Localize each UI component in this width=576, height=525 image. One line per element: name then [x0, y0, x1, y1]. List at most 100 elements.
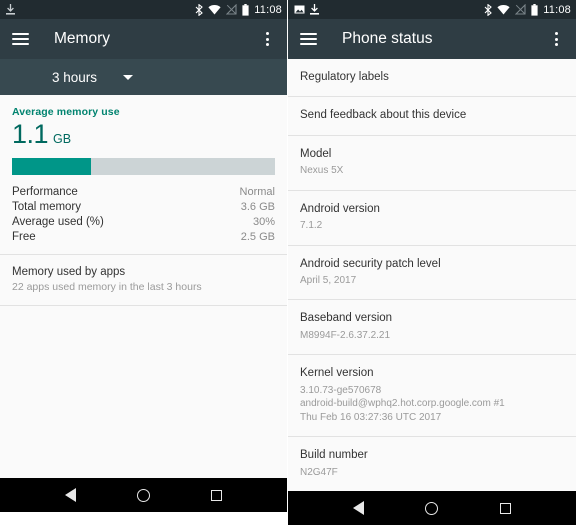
- back-triangle-icon: [65, 488, 76, 502]
- average-memory-value: 1.1 GB: [12, 121, 275, 148]
- list-item[interactable]: Android security patch level April 5, 201…: [288, 245, 576, 300]
- page-title: Memory: [54, 30, 110, 47]
- memory-stat-key: Free: [12, 230, 36, 243]
- signal-off-icon: [226, 4, 237, 15]
- memory-stat-row: Free 2.5 GB: [12, 229, 275, 244]
- list-item-subtitle: N2G47F: [300, 466, 564, 480]
- list-item-subtitle-line: 7.1.2: [300, 220, 323, 231]
- list-item[interactable]: Baseband version M8994F-2.6.37.2.21: [288, 300, 576, 355]
- hamburger-icon[interactable]: [12, 33, 29, 45]
- list-item-subtitle: M8994F-2.6.37.2.21: [300, 329, 564, 343]
- list-item-title: Android version: [300, 202, 380, 215]
- status-bar-right: 11:08: [288, 0, 576, 19]
- list-item[interactable]: Send feedback about this device: [288, 97, 576, 135]
- list-item[interactable]: Regulatory labels: [288, 59, 576, 97]
- page-title: Phone status: [342, 30, 433, 47]
- bluetooth-icon: [195, 3, 204, 16]
- wifi-icon: [208, 5, 221, 15]
- recents-square-icon: [211, 489, 222, 501]
- memory-stat-row: Total memory 3.6 GB: [12, 199, 275, 214]
- download-icon: [310, 4, 319, 15]
- memory-used-by-apps-subtitle: 22 apps used memory in the last 3 hours: [12, 281, 202, 293]
- list-item-subtitle: 3.10.73-ge570678 android-build@wphq2.hot.…: [300, 384, 564, 425]
- status-bar-left-icons: [294, 4, 319, 15]
- list-item[interactable]: Model Nexus 5X: [288, 135, 576, 190]
- navigation-bar-right: [288, 491, 576, 525]
- memory-content: Average memory use 1.1 GB Performance Nor…: [0, 95, 287, 478]
- list-item[interactable]: Android version 7.1.2: [288, 190, 576, 245]
- list-item-subtitle-line: Nexus 5X: [300, 165, 344, 177]
- list-item-title: Android security patch level: [300, 257, 441, 270]
- recents-button[interactable]: [488, 491, 522, 525]
- memory-stat-row: Average used (%) 30%: [12, 214, 275, 229]
- battery-icon: [242, 3, 249, 16]
- list-item-subtitle: April 5, 2017: [300, 274, 564, 288]
- list-item-title: Regulatory labels: [300, 71, 389, 83]
- list-item-subtitle-line: April 5, 2017: [300, 274, 357, 286]
- toolbar-memory: Memory: [0, 19, 287, 59]
- memory-stat-key: Performance: [12, 185, 78, 198]
- status-bar-right-icons: 11:08: [195, 3, 282, 16]
- memory-stat-value: 2.5 GB: [240, 230, 275, 243]
- list-item-subtitle-line: M8994F-2.6.37.2.21: [300, 329, 391, 341]
- list-item-title: Model: [300, 147, 332, 160]
- screenshot-icon: [294, 5, 305, 14]
- status-bar-clock: 11:08: [254, 3, 282, 16]
- back-triangle-icon: [353, 501, 365, 515]
- memory-stats-list: Performance Normal Total memory 3.6 GB Avera…: [12, 184, 275, 244]
- chevron-down-icon: [123, 74, 134, 80]
- divider: [0, 305, 287, 306]
- list-item-title: Baseband version: [300, 312, 393, 325]
- dual-screenshot-container: 11:08 Memory 3 hours Average memory use …: [0, 0, 576, 525]
- memory-used-by-apps-title: Memory used by apps: [12, 266, 126, 278]
- average-memory-unit: GB: [53, 132, 72, 146]
- back-button[interactable]: [54, 478, 88, 512]
- memory-stat-value: 30%: [252, 215, 275, 228]
- duration-spinner[interactable]: 3 hours: [0, 59, 287, 95]
- list-item-subtitle: Nexus 5X: [300, 164, 564, 178]
- average-memory-card: Average memory use 1.1 GB Performance Nor…: [0, 95, 287, 254]
- status-bar-left: 11:08: [0, 0, 287, 19]
- toolbar-phone-status: Phone status: [288, 19, 576, 59]
- list-item[interactable]: Kernel version 3.10.73-ge570678 android-bu…: [288, 355, 576, 437]
- list-item-subtitle-line: N2G47F: [300, 466, 338, 478]
- wifi-icon: [497, 5, 510, 15]
- duration-spinner-value: 3 hours: [52, 69, 98, 85]
- list-item-subtitle-line: 3.10.73-ge570678: [300, 384, 382, 396]
- list-item-subtitle-line: android-build@wphq2.hot.corp.google.com …: [300, 398, 505, 410]
- status-bar-clock: 11:08: [543, 3, 571, 16]
- overflow-menu-icon[interactable]: [259, 30, 275, 48]
- home-circle-icon: [425, 501, 439, 515]
- list-item-subtitle-line: Thu Feb 16 03:27:36 UTC 2017: [300, 411, 442, 423]
- list-item-title: Send feedback about this device: [300, 109, 467, 122]
- memory-used-by-apps-row[interactable]: Memory used by apps 22 apps used memory …: [0, 255, 287, 305]
- screen-memory: 11:08 Memory 3 hours Average memory use …: [0, 0, 288, 512]
- list-item-subtitle: 7.1.2: [300, 219, 564, 233]
- hamburger-icon[interactable]: [300, 33, 317, 45]
- memory-stat-key: Total memory: [12, 200, 82, 213]
- home-circle-icon: [137, 488, 150, 502]
- list-item[interactable]: Build number N2G47F: [288, 437, 576, 491]
- average-memory-number: 1.1: [12, 119, 49, 149]
- home-button[interactable]: [127, 478, 161, 512]
- list-item-title: Build number: [300, 449, 368, 462]
- memory-stat-value: Normal: [239, 185, 275, 198]
- signal-off-icon: [515, 4, 526, 15]
- recents-button[interactable]: [200, 478, 234, 512]
- navigation-bar-left: [0, 478, 287, 512]
- memory-stat-value: 3.6 GB: [240, 200, 275, 213]
- battery-icon: [531, 3, 538, 16]
- memory-stat-row: Performance Normal: [12, 184, 275, 199]
- average-memory-label: Average memory use: [12, 106, 120, 118]
- status-bar-right-icons: 11:08: [484, 3, 571, 16]
- back-button[interactable]: [342, 491, 376, 525]
- overflow-menu-icon[interactable]: [548, 30, 564, 48]
- memory-usage-bar: [12, 158, 275, 175]
- phone-status-list: Regulatory labels Send feedback about thi…: [288, 59, 576, 491]
- list-item-title: Kernel version: [300, 367, 374, 380]
- home-button[interactable]: [415, 491, 449, 525]
- status-bar-left-icons: [6, 4, 15, 15]
- download-icon: [6, 4, 15, 15]
- memory-stat-key: Average used (%): [12, 215, 104, 228]
- bluetooth-icon: [484, 3, 493, 16]
